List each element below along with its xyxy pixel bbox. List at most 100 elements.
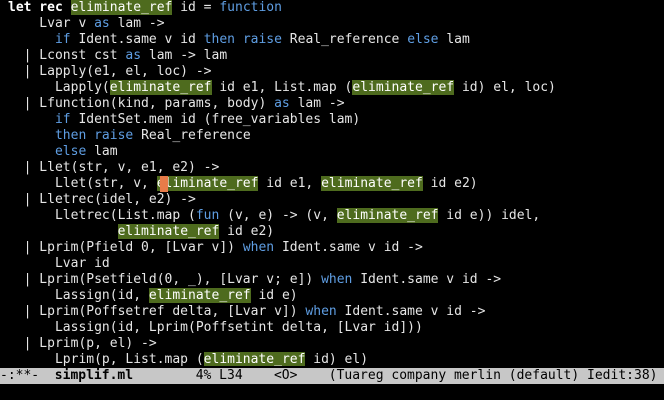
code-highlighted-identifier: eliminate_ref [352, 80, 455, 95]
code-text: Lvar id [8, 256, 110, 271]
code-buffer[interactable]: let rec eliminate_ref id = function Lvar… [0, 0, 664, 366]
code-text: id = [172, 0, 220, 15]
code-text: Lletrec(List.map ( [8, 208, 196, 223]
code-text: id) el) [305, 352, 369, 366]
code-text: (v, e) -> (v, [219, 208, 337, 223]
code-line[interactable]: let rec eliminate_ref id = function [8, 0, 282, 16]
code-keyword: when [321, 272, 353, 287]
code-text: Lvar v [8, 16, 95, 31]
mode-line: -:**- simplif.ml 4% L34 <O> (Tuareg comp… [0, 368, 664, 384]
code-text: | Lapply(e1, el, loc) -> [8, 64, 212, 79]
code-line[interactable]: | Lprim(Poffsetref delta, [Lvar v]) when… [8, 304, 486, 320]
code-text: | Lprim(p, el) -> [8, 336, 157, 351]
code-text: Llet(str, v, [8, 176, 157, 191]
code-text: id e1, List.map ( [211, 80, 353, 95]
code-line[interactable]: if IdentSet.mem id (free_variables lam) [8, 112, 360, 128]
code-keyword: else [54, 144, 87, 159]
code-text: id e2) [219, 224, 275, 239]
code-line[interactable]: | Llet(str, v, e1, e2) -> [8, 160, 220, 176]
code-keyword: as [274, 96, 290, 111]
code-highlighted-identifier: eliminate_ref [117, 224, 220, 239]
code-text: id e2) [422, 176, 478, 191]
code-text: Real_reference [133, 128, 251, 143]
code-highlighted-identifier: eliminate_ref [156, 176, 259, 191]
code-keyword: when [305, 304, 337, 319]
code-text: IdentSet.mem id (free_variables lam) [70, 112, 361, 127]
code-text: id e1, [258, 176, 322, 191]
code-text: | Lprim(Psetfield(0, _), [Lvar v; e]) [8, 272, 322, 287]
code-keyword: as [94, 16, 110, 31]
buffer-position: 4% L34 [133, 368, 243, 383]
code-text: Lapply( [8, 80, 110, 95]
code-text: Ident.same v id -> [336, 304, 486, 319]
code-text: | Llet(str, v, e1, e2) -> [8, 160, 220, 175]
code-text: | Lprim(Poffsetref delta, [Lvar v]) [8, 304, 306, 319]
code-line[interactable]: | Lprim(p, el) -> [8, 336, 157, 352]
code-line[interactable]: Lvar v as lam -> [8, 16, 165, 32]
code-highlighted-identifier: eliminate_ref [321, 176, 423, 191]
code-line[interactable]: Lvar id [8, 256, 110, 272]
code-line[interactable]: if Ident.same v id then raise Real_refer… [8, 32, 470, 48]
code-line[interactable]: Lprim(p, List.map (eliminate_ref id) el) [8, 352, 368, 366]
code-keyword: function [219, 0, 282, 15]
code-text: lam [438, 32, 470, 47]
code-keyword: else [407, 32, 439, 47]
code-line[interactable]: | Lprim(Psetfield(0, _), [Lvar v; e]) wh… [8, 272, 501, 288]
code-text: lam -> lam [141, 48, 228, 63]
code-keyword: as [125, 48, 142, 63]
code-text: lam -> [289, 96, 345, 111]
code-text: Lassign(id, Lprim(Poffsetint delta, [Lva… [8, 320, 423, 335]
code-line[interactable]: Lapply(eliminate_ref id e1, List.map (el… [8, 80, 556, 96]
code-text: Lprim(p, List.map ( [8, 352, 204, 366]
code-text: | Lletrec(idel, e2) -> [8, 192, 196, 207]
code-line[interactable]: | Lconst cst as lam -> lam [8, 48, 228, 64]
code-highlighted-identifier: eliminate_ref [203, 352, 306, 366]
code-line[interactable]: Lletrec(List.map (fun (v, e) -> (v, elim… [8, 208, 540, 224]
code-line[interactable]: eliminate_ref id e2) [8, 224, 274, 240]
mode-info[interactable]: <O> (Tuareg company merlin (default) Ied… [243, 368, 658, 383]
code-highlighted-identifier: eliminate_ref [336, 208, 439, 223]
text-cursor [160, 176, 168, 192]
code-keyword: when [242, 240, 275, 255]
code-line[interactable]: else lam [8, 144, 118, 160]
minibuffer[interactable] [0, 384, 664, 400]
code-line[interactable]: | Lapply(e1, el, loc) -> [8, 64, 212, 80]
code-text: Ident.same v id -> [274, 240, 423, 255]
code-keyword: if [54, 112, 71, 127]
code-line[interactable]: Llet(str, v, eliminate_ref id e1, elimin… [8, 176, 478, 192]
code-text: Ident.same v id -> [352, 272, 502, 287]
code-text: id e)) idel, [438, 208, 541, 223]
emacs-editor-window[interactable]: let rec eliminate_ref id = function Lvar… [0, 0, 664, 400]
code-line[interactable]: | Lfunction(kind, params, body) as lam -… [8, 96, 345, 112]
code-text: Lassign(id, [8, 288, 149, 303]
code-line[interactable]: | Lletrec(idel, e2) -> [8, 192, 196, 208]
code-text: id) el, loc) [454, 80, 556, 95]
code-highlighted-identifier: eliminate_ref [148, 288, 251, 303]
code-text: lam -> [109, 16, 165, 31]
code-keyword: fun [195, 208, 220, 223]
code-highlighted-identifier: eliminate_ref [109, 80, 212, 95]
code-text: lam [86, 144, 118, 159]
code-text: | Lprim(Pfield 0, [Lvar v]) [8, 240, 243, 255]
code-keyword: if [54, 32, 71, 47]
code-text: Ident.same v id [70, 32, 204, 47]
code-text: Real_reference [281, 32, 408, 47]
buffer-name[interactable]: simplif.ml [55, 368, 133, 383]
code-highlighted-identifier: eliminate_ref [70, 0, 173, 15]
code-line[interactable]: Lassign(id, Lprim(Poffsetint delta, [Lva… [8, 320, 423, 336]
code-text: | Lconst cst [8, 48, 126, 63]
code-keyword: let rec [8, 0, 71, 15]
code-keyword: then raise [54, 128, 134, 143]
code-line[interactable]: then raise Real_reference [8, 128, 251, 144]
code-text: id e) [250, 288, 298, 303]
code-line[interactable]: Lassign(id, eliminate_ref id e) [8, 288, 298, 304]
code-keyword: then raise [203, 32, 282, 47]
code-line[interactable]: | Lprim(Pfield 0, [Lvar v]) when Ident.s… [8, 240, 423, 256]
code-text: | Lfunction(kind, params, body) [8, 96, 275, 111]
buffer-status: -:**- [0, 368, 55, 383]
